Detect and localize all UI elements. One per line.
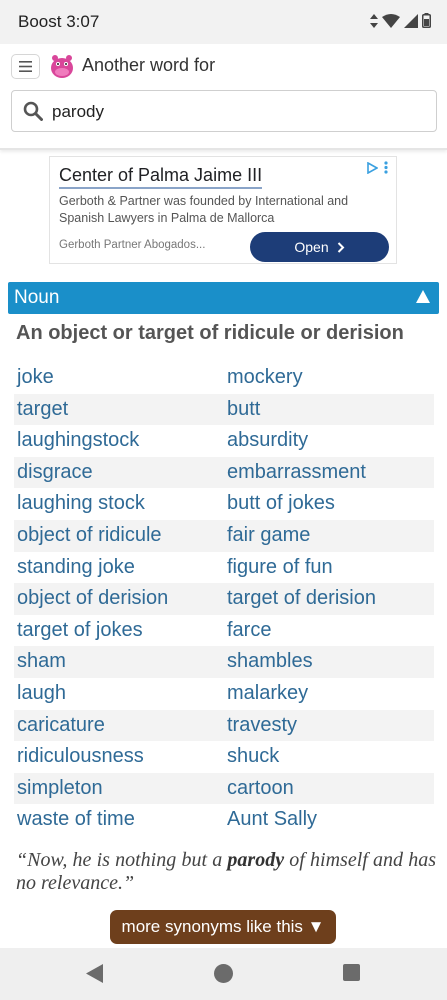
synonym-link[interactable]: shambles <box>224 646 434 678</box>
synonym-row: target of jokes farce <box>14 615 434 647</box>
synonym-row: ridiculousness shuck <box>14 741 434 773</box>
synonym-link[interactable]: target of jokes <box>14 615 224 647</box>
synonym-link[interactable]: fair game <box>224 520 434 552</box>
synonym-link[interactable]: target <box>14 394 224 426</box>
synonym-link[interactable]: Aunt Sally <box>224 804 434 836</box>
ad-banner[interactable]: Center of Palma Jaime III Gerboth & Part… <box>49 156 397 264</box>
synonym-link[interactable]: mockery <box>224 362 434 394</box>
synonym-link[interactable]: simpleton <box>14 773 224 805</box>
synonym-link[interactable]: laughingstock <box>14 425 224 457</box>
collapse-triangle-icon[interactable] <box>416 290 430 303</box>
chevron-right-icon <box>337 241 345 253</box>
synonym-link[interactable]: target of derision <box>224 583 434 615</box>
synonym-link[interactable]: shuck <box>224 741 434 773</box>
synonym-link[interactable]: caricature <box>14 710 224 742</box>
carrier-name: Boost <box>18 12 62 31</box>
example-keyword: parody <box>227 849 285 871</box>
synonym-row: laughingstock absurdity <box>14 425 434 457</box>
app-header: Another word for <box>0 44 447 150</box>
synonym-link[interactable]: figure of fun <box>224 552 434 584</box>
part-of-speech-bar[interactable]: Noun <box>8 282 439 314</box>
more-options-icon[interactable] <box>384 161 388 174</box>
ad-open-label: Open <box>294 239 329 255</box>
synonym-row: joke mockery <box>14 362 434 394</box>
adchoices-icon[interactable] <box>366 161 378 174</box>
synonym-link[interactable]: disgrace <box>14 457 224 489</box>
definition-heading: An object or target of ridicule or deris… <box>16 322 404 344</box>
ad-choices[interactable] <box>366 161 388 174</box>
synonyms-table: joke mockery target butt laughingstock absurd… <box>14 362 434 836</box>
more-synonyms-button[interactable]: more synonyms like this ▼ <box>110 910 336 944</box>
synonym-link[interactable]: travesty <box>224 710 434 742</box>
synonym-link[interactable]: ridiculousness <box>14 741 224 773</box>
example-sentence: “Now, he is nothing but a parody of hims… <box>16 849 436 895</box>
data-arrows-icon <box>370 13 378 28</box>
recents-square-icon[interactable] <box>343 964 360 981</box>
ad-open-button[interactable]: Open <box>250 232 389 262</box>
search-icon[interactable] <box>23 101 43 121</box>
clock: 3:07 <box>66 12 100 31</box>
synonym-row: caricature travesty <box>14 709 434 742</box>
app-title[interactable]: Another word for <box>82 55 215 76</box>
ad-headline[interactable]: Center of Palma Jaime III <box>59 165 263 189</box>
signal-icon <box>404 13 418 28</box>
status-bar: Boost 3:07 <box>0 0 447 44</box>
synonym-link[interactable]: waste of time <box>14 804 224 836</box>
synonym-row: object of ridicule fair game <box>14 519 434 552</box>
part-of-speech-label: Noun <box>14 287 60 308</box>
back-triangle-icon[interactable] <box>86 964 104 983</box>
synonym-row: disgrace embarrassment <box>14 456 434 489</box>
status-carrier-time: Boost 3:07 <box>18 12 99 32</box>
example-before: “Now, he is nothing but a <box>16 849 228 871</box>
ad-description: Gerboth & Partner was founded by Interna… <box>59 194 349 225</box>
synonym-link[interactable]: cartoon <box>224 773 434 805</box>
synonym-link[interactable]: absurdity <box>224 425 434 457</box>
synonym-link[interactable]: standing joke <box>14 552 224 584</box>
home-circle-icon[interactable] <box>214 964 233 983</box>
synonym-link[interactable]: object of ridicule <box>14 520 224 552</box>
synonym-row: object of derision target of derision <box>14 583 434 615</box>
battery-icon <box>422 13 431 28</box>
search-input[interactable] <box>52 99 422 125</box>
hippo-logo-icon[interactable] <box>49 53 75 79</box>
synonym-link[interactable]: sham <box>14 646 224 678</box>
synonym-row: waste of time Aunt Sally <box>14 804 434 836</box>
synonym-link[interactable]: object of derision <box>14 583 224 615</box>
search-box[interactable] <box>11 90 437 132</box>
synonym-row: target butt <box>14 393 434 426</box>
synonym-link[interactable]: butt <box>224 394 434 426</box>
synonym-link[interactable]: laugh <box>14 678 224 710</box>
ad-advertiser: Gerboth Partner Abogados... <box>59 239 206 251</box>
synonym-row: simpleton cartoon <box>14 772 434 805</box>
hamburger-icon <box>19 61 32 72</box>
synonym-link[interactable]: malarkey <box>224 678 434 710</box>
status-icons <box>370 13 431 28</box>
synonym-row: laughing stock butt of jokes <box>14 488 434 520</box>
synonym-row: sham shambles <box>14 646 434 678</box>
synonym-link[interactable]: embarrassment <box>224 457 434 489</box>
menu-button[interactable] <box>11 54 40 79</box>
synonym-link[interactable]: joke <box>14 362 224 394</box>
wifi-icon <box>382 13 400 28</box>
synonym-link[interactable]: laughing stock <box>14 488 224 520</box>
synonym-row: standing joke figure of fun <box>14 552 434 584</box>
synonym-link[interactable]: farce <box>224 615 434 647</box>
synonym-row: laugh malarkey <box>14 678 434 710</box>
system-nav-bar <box>0 948 447 1000</box>
synonym-link[interactable]: butt of jokes <box>224 488 434 520</box>
